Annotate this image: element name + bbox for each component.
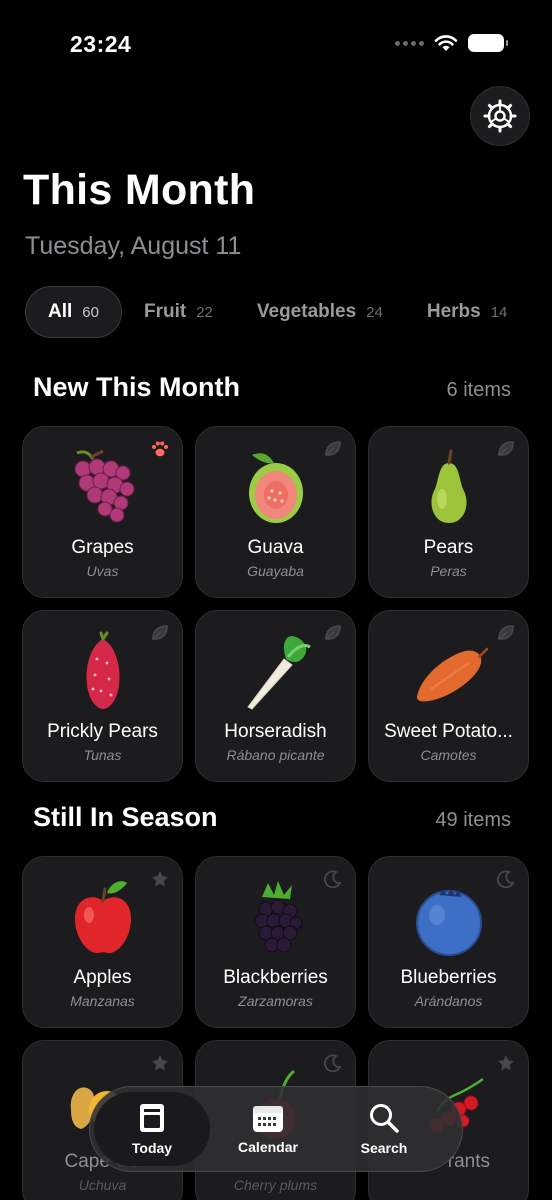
leaf-icon (325, 441, 341, 456)
produce-spanish-name: Guayaba (247, 563, 304, 579)
produce-name: Horseradish (224, 721, 327, 742)
produce-card-guava[interactable]: Guava Guayaba (195, 426, 356, 598)
section-title: Still In Season (33, 802, 218, 832)
tab-calendar[interactable]: Calendar (210, 1092, 326, 1166)
wifi-icon (434, 35, 458, 51)
status-icons (395, 34, 508, 52)
moon-icon (323, 1054, 342, 1073)
produce-card-blackberries[interactable]: Blackberries Zarzamoras (195, 856, 356, 1028)
guava-icon (249, 453, 303, 523)
produce-card-horseradish[interactable]: Horseradish Rábano picante (195, 610, 356, 782)
produce-spanish-name: Cherry plums (233, 1177, 318, 1193)
filter-count: 14 (490, 303, 508, 321)
star-icon (498, 1055, 514, 1071)
battery-icon (468, 34, 508, 52)
moon-icon (323, 870, 342, 889)
section-title: New This Month (33, 372, 240, 402)
produce-spanish-name: Uvas (86, 563, 119, 579)
produce-card-prickly-pears[interactable]: Prickly Pears Tunas (22, 610, 183, 782)
tab-label: Today (131, 1140, 173, 1156)
tab-bar: Today Calendar Search (89, 1086, 463, 1172)
today-icon (140, 1104, 164, 1132)
filter-label: Fruit (143, 301, 187, 322)
produce-spanish-name: Zarzamoras (238, 993, 313, 1009)
grapes-icon (74, 449, 135, 523)
filter-label: All (48, 301, 73, 322)
paw-icon (152, 441, 168, 457)
leaf-icon (498, 625, 514, 640)
filter-count: 60 (82, 303, 99, 321)
leaf-icon (152, 625, 168, 640)
calendar-icon (253, 1106, 283, 1132)
sweet-potato-icon (417, 647, 489, 702)
filter-count: 22 (196, 303, 213, 321)
filter-all[interactable]: All 60 (25, 286, 122, 338)
produce-card-blueberries[interactable]: Blueberries Arándanos (368, 856, 529, 1028)
star-icon (152, 1055, 168, 1071)
page-title: This Month (23, 166, 256, 214)
filter-fruit[interactable]: Fruit 22 (122, 286, 235, 338)
blueberry-icon (416, 889, 482, 956)
filter-label: Vegetables (256, 301, 357, 322)
produce-name: Grapes (71, 537, 134, 558)
blackberry-icon (254, 881, 303, 953)
tab-label: Calendar (238, 1139, 298, 1155)
produce-card-sweet-potatoes[interactable]: Sweet Potato... Camotes (368, 610, 529, 782)
section-count: 6 items (446, 379, 511, 401)
status-bar: 23:24 (0, 0, 552, 90)
category-filter-bar: All 60 Fruit 22 Vegetables 24 Herbs 14 (25, 286, 529, 338)
section-header-still-in-season: Still In Season 49 items (33, 802, 511, 833)
produce-spanish-name: Camotes (420, 747, 477, 763)
moon-icon (496, 870, 515, 889)
produce-name: Sweet Potato... (384, 721, 513, 742)
produce-spanish-name: Uchuva (78, 1177, 127, 1193)
produce-name: Pears (423, 537, 474, 558)
produce-spanish-name: Tunas (83, 747, 122, 763)
leaf-icon (498, 441, 514, 456)
section-count: 49 items (435, 809, 511, 831)
produce-spanish-name: Peras (430, 563, 467, 579)
produce-name: Prickly Pears (47, 721, 158, 742)
produce-name: Guava (247, 537, 304, 558)
tab-search[interactable]: Search (326, 1092, 442, 1166)
search-icon (370, 1104, 399, 1133)
leaf-icon (325, 625, 341, 640)
filter-count: 24 (366, 303, 383, 321)
produce-spanish-name: Rábano picante (226, 747, 325, 763)
status-time: 23:24 (70, 31, 132, 57)
produce-name: Apples (73, 967, 132, 988)
tab-today[interactable]: Today (94, 1092, 210, 1166)
section-header-new: New This Month 6 items (33, 372, 511, 403)
produce-spanish-name: Manzanas (70, 993, 135, 1009)
gear-icon (483, 99, 517, 133)
settings-button[interactable] (470, 86, 530, 146)
filter-herbs[interactable]: Herbs 14 (405, 286, 530, 338)
produce-card-pears[interactable]: Pears Peras (368, 426, 529, 598)
horseradish-icon (247, 635, 311, 710)
produce-name: Blackberries (223, 967, 328, 988)
cellular-signal-icon (395, 40, 424, 46)
prickly-pear-icon (86, 631, 120, 709)
page-date: Tuesday, August 11 (25, 232, 242, 260)
produce-card-apples[interactable]: Apples Manzanas (22, 856, 183, 1028)
filter-label: Herbs (426, 301, 481, 322)
tab-label: Search (360, 1140, 408, 1156)
produce-card-grapes[interactable]: Grapes Uvas (22, 426, 183, 598)
produce-name: Blueberries (400, 967, 497, 988)
pear-icon (431, 449, 467, 523)
filter-vegetables[interactable]: Vegetables 24 (235, 286, 405, 338)
star-icon (152, 871, 168, 887)
produce-spanish-name: Arándanos (414, 993, 483, 1009)
apple-icon (75, 881, 131, 954)
